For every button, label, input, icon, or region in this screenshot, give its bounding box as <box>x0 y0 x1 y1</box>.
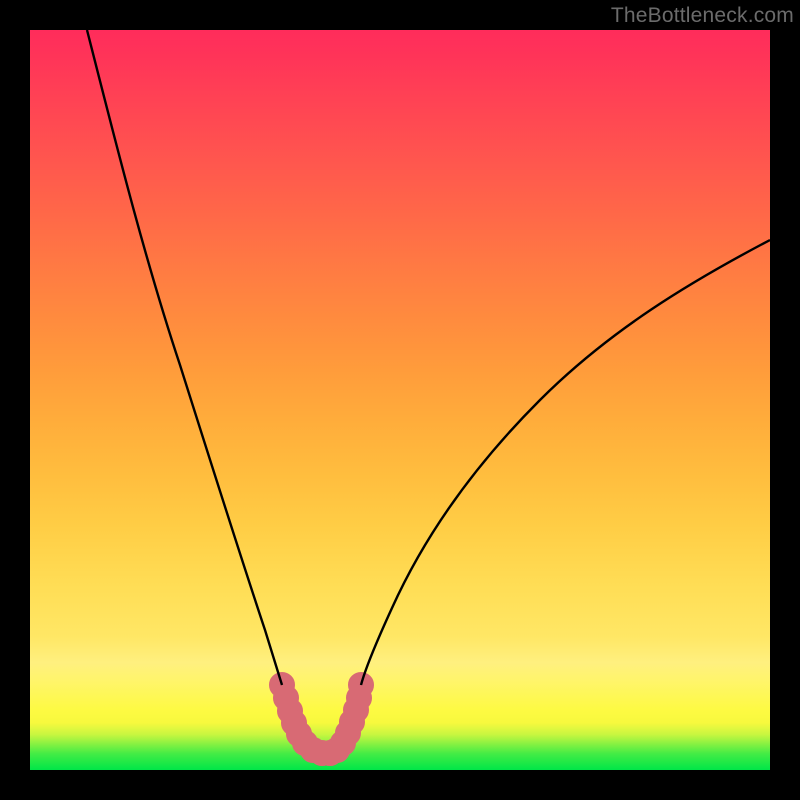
optimal-band-marker <box>276 679 368 760</box>
chart-frame: TheBottleneck.com <box>0 0 800 800</box>
chart-svg <box>30 30 770 770</box>
right-ascent-curve <box>361 240 770 685</box>
left-descent-curve <box>87 30 282 685</box>
watermark-text: TheBottleneck.com <box>611 4 794 28</box>
plot-area <box>30 30 770 770</box>
